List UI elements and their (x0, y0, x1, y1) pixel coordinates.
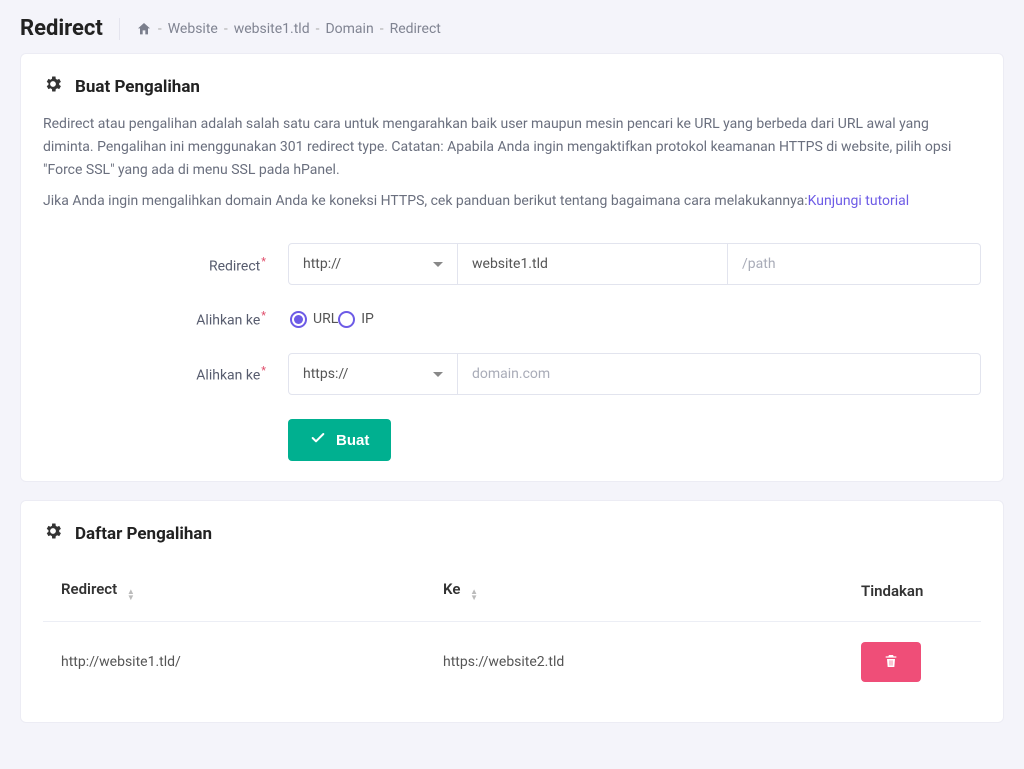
radio-url[interactable]: URL (290, 311, 338, 328)
divider (119, 18, 120, 40)
redirect-to-target-label: Alihkan ke (196, 368, 260, 384)
create-button-label: Buat (336, 432, 369, 449)
create-redirect-card: Buat Pengalihan Redirect atau pengalihan… (20, 53, 1004, 482)
breadcrumb-separator: - (380, 21, 384, 37)
redirect-to-type-label: Alihkan ke (196, 313, 260, 329)
description-text: Redirect atau pengalihan adalah salah sa… (43, 113, 981, 182)
breadcrumb-separator: - (158, 21, 162, 37)
source-domain-value: website1.tld (472, 256, 548, 272)
breadcrumb-item[interactable]: Domain (325, 21, 373, 37)
col-header-redirect[interactable]: Redirect ▲▼ (43, 580, 443, 601)
page-title: Redirect (20, 16, 103, 41)
col-header-redirect-label: Redirect (61, 580, 117, 598)
required-asterisk: * (261, 364, 266, 377)
tutorial-link[interactable]: Kunjungi tutorial (808, 193, 910, 209)
breadcrumb: - Website - website1.tld - Domain - Redi… (136, 21, 441, 37)
list-card-title: Daftar Pengalihan (75, 524, 212, 544)
chevron-down-icon (433, 372, 443, 377)
redirect-label: Redirect (209, 258, 260, 274)
source-path-input[interactable] (728, 243, 981, 285)
source-scheme-select[interactable]: http:// (288, 243, 458, 285)
create-button[interactable]: Buat (288, 419, 391, 461)
delete-button[interactable] (861, 642, 921, 682)
target-domain-input[interactable] (458, 353, 981, 395)
row-from: http://website1.tld/ (43, 654, 443, 670)
radio-url-label: URL (313, 311, 338, 327)
col-header-action: Tindakan (861, 582, 981, 600)
required-asterisk: * (261, 255, 266, 268)
create-card-description: Redirect atau pengalihan adalah salah sa… (43, 113, 981, 213)
source-scheme-value: http:// (303, 256, 341, 272)
col-header-to-label: Ke (443, 580, 460, 598)
source-domain-select[interactable]: website1.tld (458, 243, 728, 285)
target-scheme-value: https:// (303, 366, 348, 382)
gear-icon (43, 521, 63, 546)
breadcrumb-separator: - (316, 21, 320, 37)
row-to: https://website2.tld (443, 654, 861, 670)
chevron-down-icon (433, 262, 443, 267)
target-scheme-select[interactable]: https:// (288, 353, 458, 395)
breadcrumb-item[interactable]: website1.tld (234, 21, 310, 37)
radio-ip[interactable]: IP (338, 311, 374, 328)
sort-icon: ▲▼ (127, 589, 135, 601)
redirect-list-card: Daftar Pengalihan Redirect ▲▼ Ke ▲▼ Tind… (20, 500, 1004, 723)
required-asterisk: * (261, 309, 266, 322)
check-icon (310, 430, 326, 450)
breadcrumb-item: Redirect (390, 21, 441, 37)
breadcrumb-item[interactable]: Website (168, 21, 218, 37)
table-row: http://website1.tld/ https://website2.tl… (43, 622, 981, 702)
description-text-2: Jika Anda ingin mengalihkan domain Anda … (43, 193, 808, 209)
create-card-title: Buat Pengalihan (75, 77, 200, 97)
breadcrumb-separator: - (224, 21, 228, 37)
home-icon[interactable] (136, 21, 152, 37)
trash-icon (883, 653, 899, 672)
radio-ip-label: IP (361, 311, 374, 327)
gear-icon (43, 74, 63, 99)
sort-icon: ▲▼ (470, 589, 478, 601)
col-header-to[interactable]: Ke ▲▼ (443, 580, 861, 601)
